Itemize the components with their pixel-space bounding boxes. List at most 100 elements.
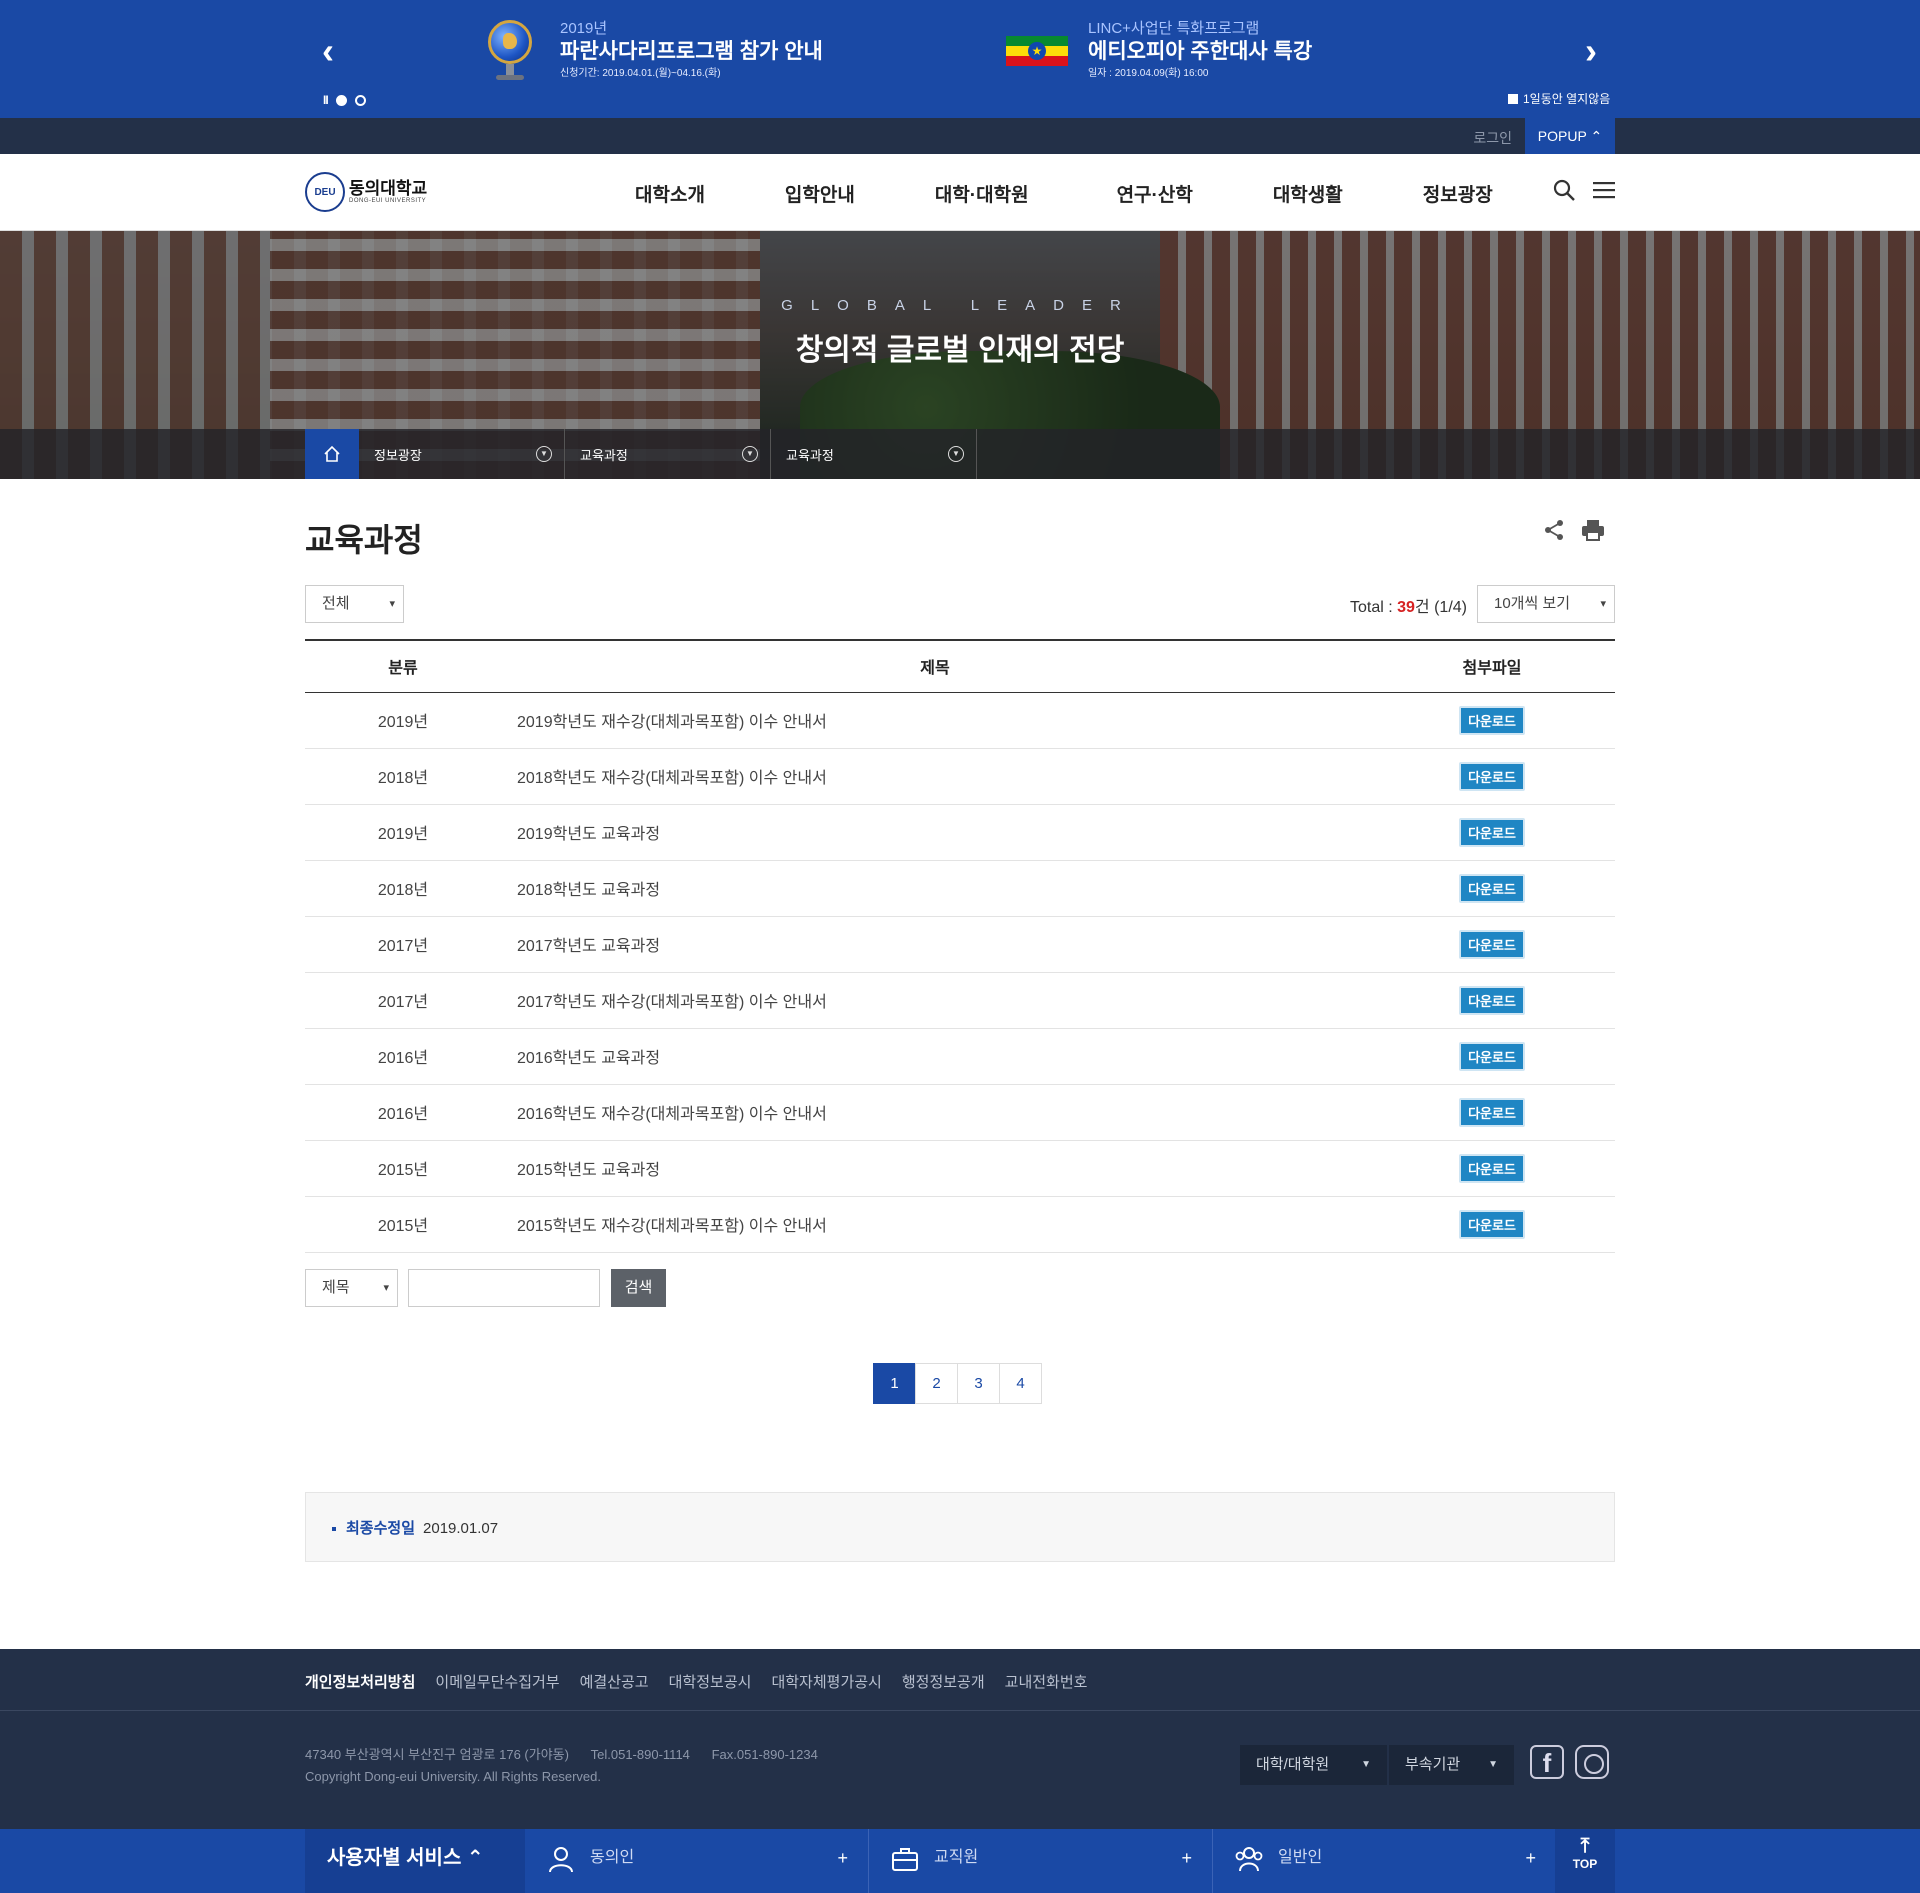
breadcrumb-level-2[interactable]: 교육과정 ▼ [565, 429, 771, 479]
checkbox[interactable] [1508, 93, 1518, 104]
popup-item-2[interactable]: ★ LINC+사업단 특화프로그램 에티오피아 주한대사 특강 일자 : 201… [1006, 20, 1312, 82]
affiliates-select-label: 부속기관 [1405, 1756, 1461, 1773]
print-icon[interactable] [1581, 519, 1605, 541]
breadcrumb-level-3[interactable]: 교육과정 ▼ [771, 429, 977, 479]
search-button[interactable]: 검색 [611, 1269, 666, 1307]
row-title[interactable]: 2016학년도 교육과정 [501, 1028, 1369, 1085]
table-row: 2017년 2017학년도 재수강(대체과목포함) 이수 안내서 다운로드 [305, 972, 1615, 1029]
footer-link-budget[interactable]: 예결산공고 [580, 1671, 649, 1692]
last-modified-box: 최종수정일 2019.01.07 [305, 1492, 1615, 1562]
user-service-toggle[interactable]: 사용자별 서비스 ⌃ [305, 1829, 525, 1893]
download-button[interactable]: 다운로드 [1459, 873, 1525, 903]
footer-copyright: Copyright Dong-eui University. All Right… [305, 1769, 601, 1784]
facebook-icon[interactable]: f [1530, 1745, 1564, 1779]
popup-toggle-button[interactable]: POPUP ⌃ [1525, 118, 1615, 154]
ethiopia-flag-icon: ★ [1006, 36, 1068, 66]
download-button[interactable]: 다운로드 [1459, 1041, 1525, 1071]
nav-about[interactable]: 대학소개 [635, 180, 705, 207]
page-3[interactable]: 3 [957, 1363, 1000, 1404]
service-dongeui[interactable]: 동의인 + [525, 1829, 869, 1893]
service-staff[interactable]: 교직원 + [869, 1829, 1213, 1893]
site-logo[interactable]: DEU 동의대학교 DONG-EUI UNIVERSITY [305, 172, 427, 212]
row-title[interactable]: 2015학년도 재수강(대체과목포함) 이수 안내서 [501, 1196, 1369, 1253]
download-button[interactable]: 다운로드 [1459, 1097, 1525, 1127]
login-link[interactable]: 로그인 [1473, 128, 1512, 148]
row-title[interactable]: 2019학년도 재수강(대체과목포함) 이수 안내서 [501, 692, 1369, 749]
download-button[interactable]: 다운로드 [1459, 929, 1525, 959]
row-title[interactable]: 2019학년도 교육과정 [501, 804, 1369, 861]
page-1[interactable]: 1 [873, 1363, 916, 1404]
row-title[interactable]: 2018학년도 재수강(대체과목포함) 이수 안내서 [501, 748, 1369, 805]
popup-dot-2[interactable] [354, 94, 366, 106]
share-icon[interactable] [1543, 519, 1565, 541]
arrow-up-icon: ⤒ [1580, 1835, 1590, 1857]
row-category: 2015년 [305, 1140, 501, 1197]
caret-down-icon: ▼ [1488, 1759, 1498, 1770]
popup-item-title: 에티오피아 주한대사 특강 [1088, 40, 1313, 63]
hero-visual: GLOBAL LEADER 창의적 글로벌 인재의 전당 정보광장 ▼ 교육과정 ▼… [0, 231, 1920, 479]
popup-item-title: 파란사다리프로그램 참가 안내 [560, 40, 823, 63]
colleges-select[interactable]: 대학/대학원 ▼ [1240, 1745, 1387, 1785]
service-public[interactable]: 일반인 + [1213, 1829, 1557, 1893]
row-title[interactable]: 2018학년도 교육과정 [501, 860, 1369, 917]
row-title[interactable]: 2017학년도 교육과정 [501, 916, 1369, 973]
popup-dot-1[interactable] [335, 94, 347, 106]
row-category: 2018년 [305, 860, 501, 917]
scroll-top-button[interactable]: ⤒ TOP [1555, 1829, 1615, 1893]
user-service-bar: 사용자별 서비스 ⌃ 동의인 + 교직원 + 일반인 + ⤒ TOP [0, 1829, 1920, 1893]
popup-item-date: 신청기간: 2019.04.01.(월)~04.16.(화) [560, 68, 721, 79]
category-select[interactable]: 전체 [305, 585, 404, 623]
breadcrumb-label: 교육과정 [580, 447, 628, 463]
page-title: 교육과정 [305, 522, 423, 558]
prev-arrow-icon[interactable]: ‹ [313, 30, 343, 72]
footer-link-evaluation[interactable]: 대학자체평가공시 [771, 1671, 881, 1692]
row-title[interactable]: 2016학년도 재수강(대체과목포함) 이수 안내서 [501, 1084, 1369, 1141]
search-type-select[interactable]: 제목 [305, 1269, 398, 1307]
footer-link-phone[interactable]: 교내전화번호 [1005, 1671, 1088, 1692]
download-button[interactable]: 다운로드 [1459, 761, 1525, 791]
nav-info-plaza[interactable]: 정보광장 [1423, 180, 1493, 207]
popup-controls: II [323, 93, 366, 107]
per-page-select[interactable]: 10개씩 보기 [1477, 585, 1615, 623]
row-title[interactable]: 2017학년도 재수강(대체과목포함) 이수 안내서 [501, 972, 1369, 1029]
footer-link-admin-info[interactable]: 행정정보공개 [902, 1671, 985, 1692]
nav-campus-life[interactable]: 대학생활 [1273, 180, 1343, 207]
table-header-row: 분류 제목 첨부파일 [305, 640, 1615, 693]
row-title[interactable]: 2015학년도 교육과정 [501, 1140, 1369, 1197]
table-row: 2016년 2016학년도 재수강(대체과목포함) 이수 안내서 다운로드 [305, 1084, 1615, 1141]
service-label: 교직원 [934, 1849, 979, 1866]
footer-link-email[interactable]: 이메일무단수집거부 [435, 1671, 559, 1692]
search-input[interactable] [408, 1269, 600, 1307]
group-icon [1235, 1847, 1263, 1872]
popup-item-kicker: 2019년 [560, 20, 608, 37]
table-row: 2017년 2017학년도 교육과정 다운로드 [305, 916, 1615, 973]
menu-icon[interactable] [1593, 181, 1615, 199]
footer-link-privacy[interactable]: 개인정보처리방침 [305, 1671, 415, 1692]
download-button[interactable]: 다운로드 [1459, 1153, 1525, 1183]
affiliates-select[interactable]: 부속기관 ▼ [1389, 1745, 1514, 1785]
download-button[interactable]: 다운로드 [1459, 817, 1525, 847]
row-category: 2015년 [305, 1196, 501, 1253]
logo-korean: 동의대학교 [349, 179, 428, 198]
footer-link-disclosure[interactable]: 대학정보공시 [669, 1671, 752, 1692]
no-show-today[interactable]: 1일동안 열지않음 [1508, 90, 1610, 107]
download-button[interactable]: 다운로드 [1459, 705, 1525, 735]
nav-research[interactable]: 연구·산학 [1117, 180, 1193, 207]
popup-item-1[interactable]: 2019년 파란사다리프로그램 참가 안내 신청기간: 2019.04.01.(… [486, 20, 823, 82]
breadcrumb-level-1[interactable]: 정보광장 ▼ [359, 429, 565, 479]
col-attachment: 첨부파일 [1369, 640, 1615, 693]
nav-colleges[interactable]: 대학·대학원 [935, 180, 1029, 207]
nav-admission[interactable]: 입학안내 [785, 180, 855, 207]
pause-icon[interactable]: II [323, 93, 329, 107]
download-button[interactable]: 다운로드 [1459, 985, 1525, 1015]
hero-subtitle: GLOBAL LEADER [781, 297, 1139, 314]
download-button[interactable]: 다운로드 [1459, 1209, 1525, 1239]
page-2[interactable]: 2 [915, 1363, 958, 1404]
breadcrumb: 정보광장 ▼ 교육과정 ▼ 교육과정 ▼ [0, 429, 1920, 479]
search-icon[interactable] [1553, 179, 1575, 201]
page-4[interactable]: 4 [999, 1363, 1042, 1404]
next-arrow-icon[interactable]: › [1576, 30, 1606, 72]
instagram-icon[interactable] [1575, 1745, 1609, 1779]
home-icon[interactable] [305, 429, 359, 479]
footer-fax: Fax.051-890-1234 [711, 1747, 818, 1762]
